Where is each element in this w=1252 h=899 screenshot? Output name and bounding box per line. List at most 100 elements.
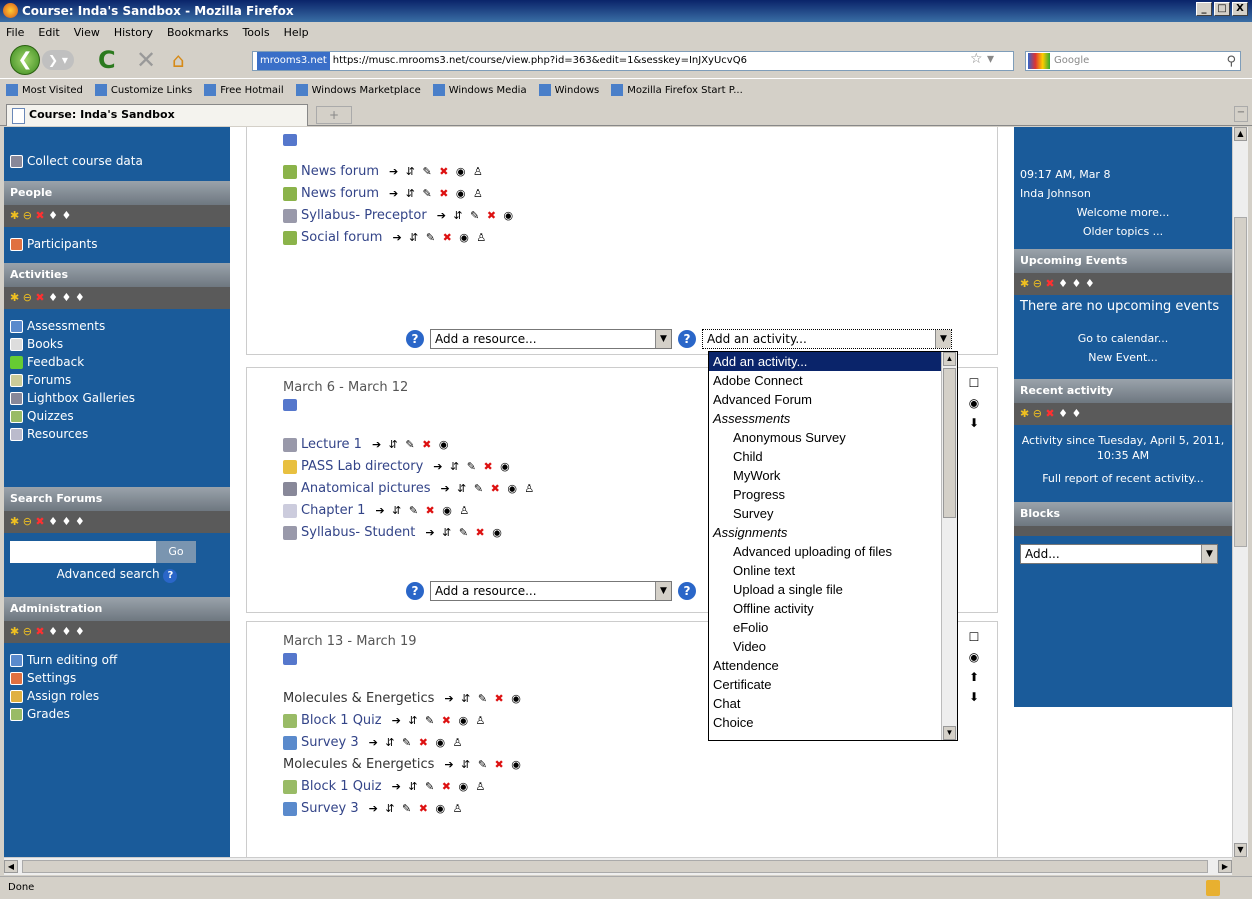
dropdown-option[interactable]: Certificate — [709, 675, 957, 694]
activity-controls[interactable]: ➔ ⇵ ✎ ✖ ◉ — [425, 522, 503, 544]
dropdown-option[interactable]: Add an activity... — [709, 352, 957, 371]
welcome-link[interactable]: Welcome more... — [1014, 205, 1232, 224]
activity-controls[interactable]: ➔ ⇵ ✎ ✖ ◉ ♙ — [392, 227, 488, 249]
activity-controls[interactable]: ➔ ⇵ ✎ ✖ ◉ — [433, 456, 511, 478]
admin-link-settings[interactable]: Settings — [10, 669, 224, 687]
menu-file[interactable]: File — [6, 26, 24, 39]
close-button[interactable]: X — [1232, 2, 1248, 16]
activity-controls[interactable]: ➔ ⇵ ✎ ✖ ◉ — [444, 688, 522, 710]
activity-link-forums[interactable]: Forums — [10, 371, 224, 389]
block-controls[interactable]: ✱ ⊖ ✖ ♦ ♦ — [1014, 403, 1232, 425]
activity-controls[interactable]: ➔ ⇵ ✎ ✖ ◉ — [444, 754, 522, 776]
activity-controls[interactable]: ➔ ⇵ ✎ ✖ ◉ — [437, 205, 515, 227]
menu-tools[interactable]: Tools — [242, 26, 269, 39]
block-controls[interactable]: ✱ ⊖ ✖ ♦ ♦ — [4, 205, 230, 227]
tab-list-button[interactable]: − — [1234, 106, 1248, 122]
stop-icon[interactable]: ✕ — [136, 46, 156, 74]
block-controls[interactable]: ✱ ⊖ ✖ ♦ ♦ ♦ — [4, 511, 230, 533]
magnifier-icon[interactable]: ⚲ — [1226, 53, 1236, 71]
dropdown-option[interactable]: Chat — [709, 694, 957, 713]
activity-block-1-quiz[interactable]: Block 1 Quiz ➔ ⇵ ✎ ✖ ◉ ♙ — [247, 776, 997, 798]
forum-search-input[interactable] — [10, 541, 156, 563]
edit-summary-icon[interactable] — [283, 653, 297, 665]
scroll-thumb[interactable] — [943, 368, 956, 518]
scroll-down-arrow[interactable]: ▼ — [943, 726, 956, 740]
lock-icon[interactable] — [1206, 880, 1220, 896]
activity-syllabus-preceptor[interactable]: Syllabus- Preceptor ➔ ⇵ ✎ ✖ ◉ — [247, 205, 997, 227]
participants-link[interactable]: Participants — [10, 235, 224, 253]
help-icon[interactable]: ? — [406, 330, 424, 348]
home-icon[interactable]: ⌂ — [172, 48, 185, 72]
scroll-right-arrow[interactable]: ▶ — [1218, 860, 1232, 873]
search-input[interactable]: Google ⚲ — [1025, 51, 1241, 71]
section-controls[interactable]: ☐ ◉ ⬇ — [962, 373, 986, 433]
help-icon[interactable]: ? — [163, 569, 178, 583]
menu-help[interactable]: Help — [284, 26, 309, 39]
help-icon[interactable]: ? — [678, 330, 696, 348]
add-resource-select[interactable]: Add a resource... ▼ — [430, 329, 672, 349]
maximize-button[interactable]: □ — [1214, 2, 1230, 16]
go-to-calendar-link[interactable]: Go to calendar... — [1014, 319, 1232, 350]
activity-link-books[interactable]: Books — [10, 335, 224, 353]
activity-controls[interactable]: ➔ ⇵ ✎ ✖ ◉ ♙ — [369, 732, 465, 754]
reload-icon[interactable]: C — [98, 46, 116, 74]
scroll-down-arrow[interactable]: ▼ — [1234, 843, 1247, 857]
bookmark-item[interactable]: Windows Media — [432, 83, 527, 96]
bookmark-item[interactable]: Free Hotmail — [204, 83, 284, 96]
advanced-search-link[interactable]: Advanced search ? — [10, 567, 224, 583]
dropdown-option[interactable]: Online text — [709, 561, 957, 580]
activity-controls[interactable]: ➔ ⇵ ✎ ✖ ◉ ♙ — [389, 161, 485, 183]
activity-social-forum[interactable]: Social forum ➔ ⇵ ✎ ✖ ◉ ♙ — [247, 227, 997, 249]
dropdown-option[interactable]: Progress — [709, 485, 957, 504]
admin-link-assign-roles[interactable]: Assign roles — [10, 687, 224, 705]
activity-survey-3[interactable]: Survey 3 ➔ ⇵ ✎ ✖ ◉ ♙ — [247, 798, 997, 820]
collect-course-data-link[interactable]: Collect course data — [4, 141, 230, 181]
forward-button[interactable]: ❯ ▾ — [42, 50, 74, 70]
dropdown-scrollbar[interactable]: ▲ ▼ — [941, 352, 957, 740]
activity-controls[interactable]: ➔ ⇵ ✎ ✖ ◉ ♙ — [389, 183, 485, 205]
new-tab-button[interactable]: + — [316, 106, 352, 124]
activity-controls[interactable]: ➔ ⇵ ✎ ✖ ◉ ♙ — [392, 710, 488, 732]
scroll-thumb[interactable] — [1234, 217, 1247, 547]
add-block-select[interactable]: Add... ▼ — [1020, 544, 1218, 564]
menu-edit[interactable]: Edit — [38, 26, 59, 39]
page-horizontal-scrollbar[interactable]: ◀ ▶ — [4, 857, 1232, 875]
scroll-up-arrow[interactable]: ▲ — [943, 352, 956, 366]
bookmark-star-icon[interactable]: ☆ ▾ — [970, 51, 994, 67]
add-resource-select[interactable]: Add a resource... ▼ — [430, 581, 672, 601]
scroll-thumb[interactable] — [22, 860, 1208, 873]
section-controls[interactable]: ☐ ◉ ⬆ ⬇ — [962, 627, 986, 707]
dropdown-option[interactable]: Adobe Connect — [709, 371, 957, 390]
activity-controls[interactable]: ➔ ⇵ ✎ ✖ ◉ — [372, 434, 450, 456]
bookmark-item[interactable]: Windows Marketplace — [295, 83, 421, 96]
scroll-up-arrow[interactable]: ▲ — [1234, 127, 1247, 141]
dropdown-option[interactable]: Anonymous Survey — [709, 428, 957, 447]
new-event-link[interactable]: New Event... — [1014, 350, 1232, 379]
dropdown-option[interactable]: Choice — [709, 713, 957, 732]
tab-course[interactable]: Course: Inda's Sandbox — [6, 104, 308, 126]
edit-summary-icon[interactable] — [283, 134, 297, 146]
activity-link-lightbox[interactable]: Lightbox Galleries — [10, 389, 224, 407]
menu-history[interactable]: History — [114, 26, 153, 39]
activity-controls[interactable]: ➔ ⇵ ✎ ✖ ◉ ♙ — [375, 500, 471, 522]
menu-bookmarks[interactable]: Bookmarks — [167, 26, 228, 39]
admin-link-turn-editing-off[interactable]: Turn editing off — [10, 651, 224, 669]
dropdown-option[interactable]: Survey — [709, 504, 957, 523]
activity-link-quizzes[interactable]: Quizzes — [10, 407, 224, 425]
dropdown-option[interactable]: Video — [709, 637, 957, 656]
block-controls[interactable]: ✱ ⊖ ✖ ♦ ♦ ♦ — [4, 287, 230, 309]
add-activity-select[interactable]: Add an activity... ▼ — [702, 329, 952, 349]
dropdown-option[interactable]: Advanced uploading of files — [709, 542, 957, 561]
scroll-left-arrow[interactable]: ◀ — [4, 860, 18, 873]
dropdown-option[interactable]: Offline activity — [709, 599, 957, 618]
activity-controls[interactable]: ➔ ⇵ ✎ ✖ ◉ ♙ — [392, 776, 488, 798]
url-bar[interactable]: mrooms3.net https://musc.mrooms3.net/cour… — [252, 51, 1014, 71]
minimize-button[interactable]: _ — [1196, 2, 1212, 16]
menu-view[interactable]: View — [74, 26, 100, 39]
activity-controls[interactable]: ➔ ⇵ ✎ ✖ ◉ ♙ — [369, 798, 465, 820]
help-icon[interactable]: ? — [678, 582, 696, 600]
bookmark-item[interactable]: Windows — [538, 83, 599, 96]
activity-link-feedback[interactable]: Feedback — [10, 353, 224, 371]
bookmark-item[interactable]: Mozilla Firefox Start P... — [611, 83, 743, 96]
older-topics-link[interactable]: Older topics ... — [1014, 224, 1232, 249]
